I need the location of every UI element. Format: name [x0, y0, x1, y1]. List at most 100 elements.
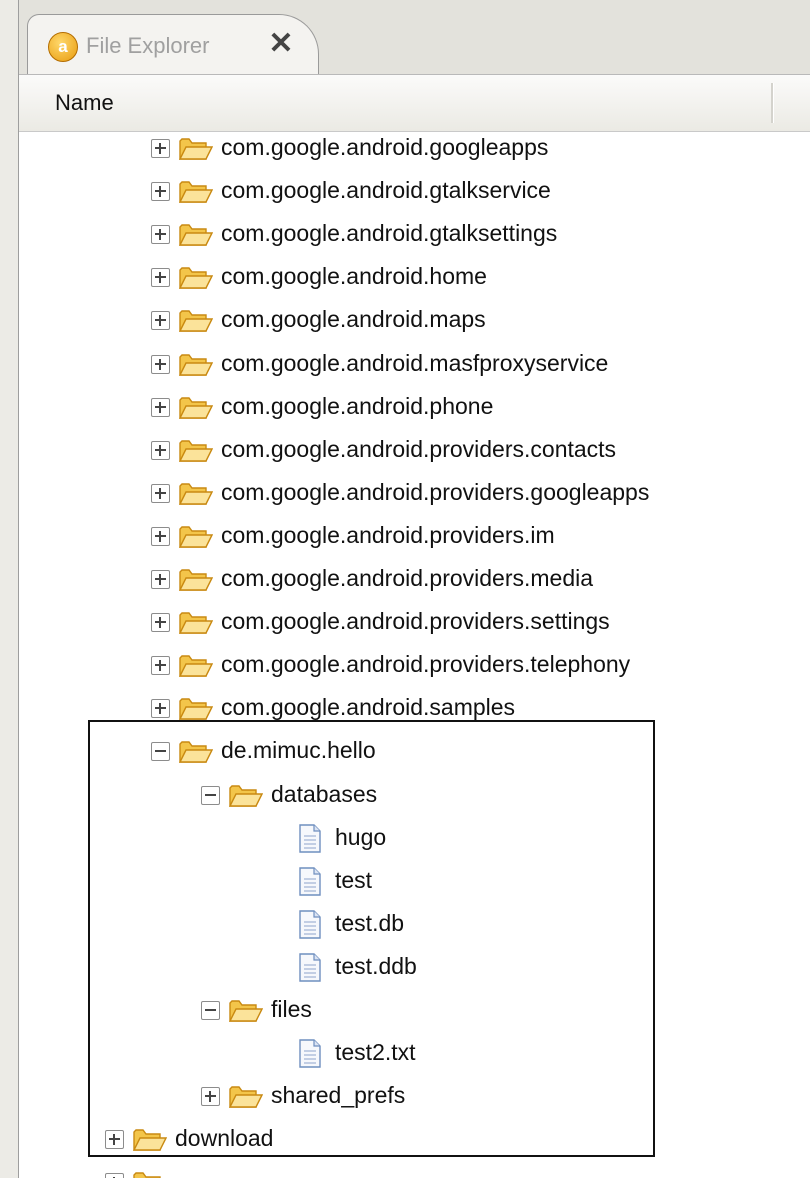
folder-icon [178, 308, 214, 333]
tree-folder-row[interactable]: files [19, 992, 810, 1035]
folder-icon [178, 524, 214, 549]
tree-item-label: hugo [335, 823, 387, 850]
tree-folder-row[interactable] [19, 1164, 810, 1178]
tree-folder-row[interactable]: com.google.android.gtalksettings [19, 216, 810, 259]
folder-icon [228, 998, 264, 1023]
folder-icon [178, 696, 214, 721]
tree-item-label: com.google.android.gtalkservice [221, 177, 551, 204]
expand-icon[interactable] [151, 182, 170, 202]
tree-file-row[interactable]: hugo [19, 820, 810, 863]
tree-item-label: com.google.android.masfproxyservice [221, 349, 609, 376]
tree-item-label: test [335, 866, 373, 893]
tab-title: File Explorer [86, 33, 210, 58]
expand-icon[interactable] [105, 1173, 124, 1178]
tree-folder-row[interactable]: shared_prefs [19, 1078, 810, 1121]
tree-folder-row[interactable]: com.google.android.providers.googleapps [19, 475, 810, 518]
tree-item-label: com.google.android.providers.contacts [221, 435, 617, 462]
folder-icon [178, 265, 214, 290]
tab-strip: a File Explorer ✕ [19, 0, 810, 75]
tree-folder-row[interactable]: com.google.android.providers.telephony [19, 647, 810, 690]
expand-icon[interactable] [151, 656, 170, 676]
collapse-icon[interactable] [201, 785, 220, 805]
tree-file-row[interactable]: test [19, 863, 810, 906]
tree-item-label: files [271, 996, 312, 1022]
file-icon [299, 1039, 321, 1068]
folder-icon [132, 1127, 168, 1152]
file-tree: com.google.android.googleapps com.google.… [19, 130, 810, 1178]
folder-icon [178, 653, 214, 678]
collapse-icon[interactable] [151, 742, 170, 762]
expand-icon[interactable] [151, 570, 170, 589]
folder-icon [178, 567, 214, 592]
tree-item-label: com.google.android.providers.settings [221, 608, 610, 635]
column-header-name[interactable]: Name [55, 90, 114, 116]
tree-item-label: com.google.android.home [221, 263, 487, 290]
tree-folder-row[interactable]: com.google.android.providers.media [19, 561, 810, 604]
tree-folder-row[interactable]: com.google.android.samples [19, 690, 810, 733]
expand-icon[interactable] [151, 139, 170, 158]
tab-file-explorer[interactable]: a File Explorer ✕ [27, 14, 319, 75]
expand-icon[interactable] [151, 440, 170, 460]
tree-folder-row[interactable]: com.google.android.home [19, 259, 810, 302]
tree-item-label: test.db [335, 909, 405, 936]
folder-icon [178, 352, 214, 377]
expand-icon[interactable] [151, 268, 170, 288]
tree-folder-row[interactable]: com.google.android.masfproxyservice [19, 346, 810, 389]
file-icon [299, 866, 321, 896]
tree-item-label: com.google.android.providers.media [221, 565, 594, 591]
tree-file-row[interactable]: test.db [19, 906, 810, 949]
folder-icon [228, 783, 264, 808]
expand-icon[interactable] [151, 613, 170, 633]
expand-icon[interactable] [151, 483, 170, 503]
ddms-icon: a [48, 32, 78, 62]
expand-icon[interactable] [151, 225, 170, 245]
tree-item-label: test2.txt [335, 1039, 416, 1066]
column-header-row: Name [19, 74, 810, 132]
tree-folder-row[interactable]: com.google.android.maps [19, 302, 810, 345]
tree-folder-row[interactable]: com.google.android.phone [19, 389, 810, 432]
expand-icon[interactable] [151, 397, 170, 417]
expand-icon[interactable] [105, 1130, 124, 1150]
expand-icon[interactable] [151, 354, 170, 374]
tree-item-label: com.google.android.maps [221, 306, 486, 333]
folder-icon [228, 1084, 264, 1109]
tree-folder-row[interactable]: com.google.android.providers.settings [19, 604, 810, 647]
tree-folder-row[interactable]: com.google.android.providers.contacts [19, 432, 810, 475]
tree-item-label: download [175, 1125, 274, 1152]
folder-icon [178, 481, 214, 506]
tree-item-label: de.mimuc.hello [221, 737, 376, 764]
tree-item-label: com.google.android.providers.googleapps [221, 478, 650, 505]
tree-item-label: com.google.android.googleapps [221, 134, 549, 160]
folder-icon [178, 179, 214, 204]
tree-folder-row[interactable]: download [19, 1121, 810, 1164]
tree-folder-row[interactable]: databases [19, 777, 810, 820]
tree-item-label: com.google.android.providers.im [221, 521, 555, 548]
tree-item-label: com.google.android.samples [221, 694, 516, 721]
expand-icon[interactable] [201, 1087, 220, 1107]
file-icon [299, 823, 321, 853]
file-icon [299, 910, 321, 939]
tree-folder-row[interactable]: de.mimuc.hello [19, 733, 810, 776]
column-divider[interactable] [771, 83, 774, 123]
folder-icon [178, 739, 214, 764]
tree-item-label: test.ddb [335, 952, 417, 979]
folder-icon [178, 610, 214, 635]
tree-folder-row[interactable]: com.google.android.gtalkservice [19, 173, 810, 216]
tree-folder-row[interactable]: com.google.android.providers.im [19, 518, 810, 561]
expand-icon[interactable] [151, 526, 170, 546]
folder-icon [178, 438, 214, 463]
expand-icon[interactable] [151, 699, 170, 719]
expand-icon[interactable] [151, 311, 170, 331]
folder-icon [133, 1170, 167, 1178]
tree-file-row[interactable]: test2.txt [19, 1035, 810, 1078]
tree-item-label: com.google.android.phone [221, 392, 494, 419]
tree-item-label: shared_prefs [271, 1082, 406, 1109]
file-explorer-view: a File Explorer ✕ Name com.google.androi… [18, 0, 810, 1178]
tree-item-label: com.google.android.gtalksettings [221, 220, 558, 247]
close-icon[interactable]: ✕ [264, 27, 298, 61]
folder-icon [178, 395, 214, 420]
tree-file-row[interactable]: test.ddb [19, 949, 810, 992]
folder-icon [178, 136, 214, 161]
collapse-icon[interactable] [201, 1001, 220, 1020]
tree-folder-row[interactable]: com.google.android.googleapps [19, 130, 810, 173]
